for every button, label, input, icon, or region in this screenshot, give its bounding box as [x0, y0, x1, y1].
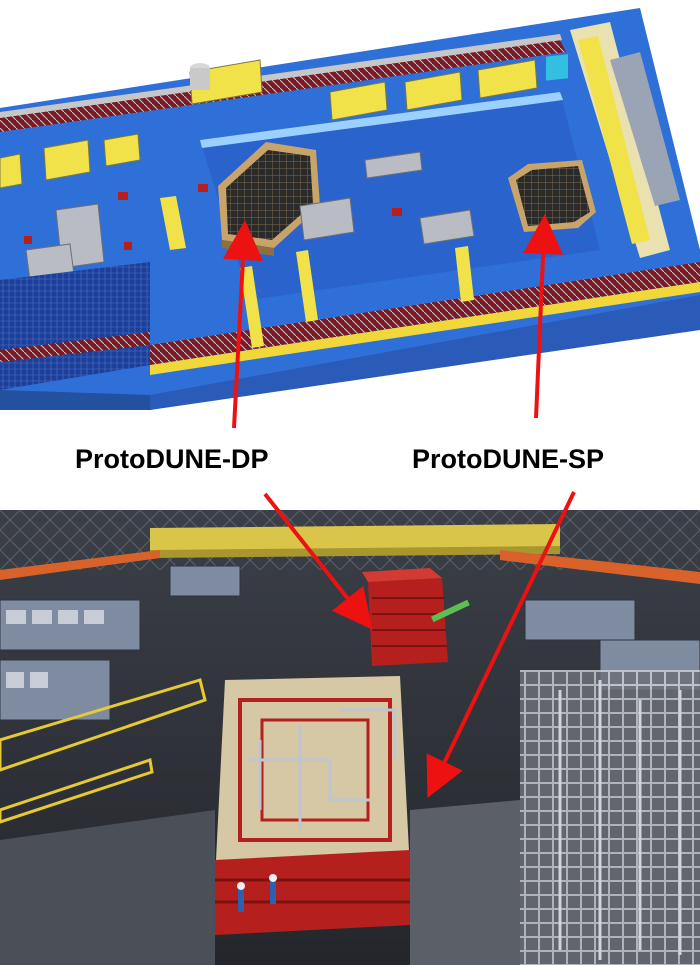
protodune-dp-label: ProtoDUNE-DP	[75, 444, 269, 474]
protodune-figure: ProtoDUNE-DP ProtoDUNE-SP	[0, 0, 700, 965]
sp-cryostat-photo	[215, 676, 410, 935]
protodune-sp-label: ProtoDUNE-SP	[412, 444, 605, 474]
hall-photograph	[0, 510, 700, 965]
cad-model-rendering	[0, 0, 700, 410]
sp-cryostat-model	[508, 160, 596, 232]
